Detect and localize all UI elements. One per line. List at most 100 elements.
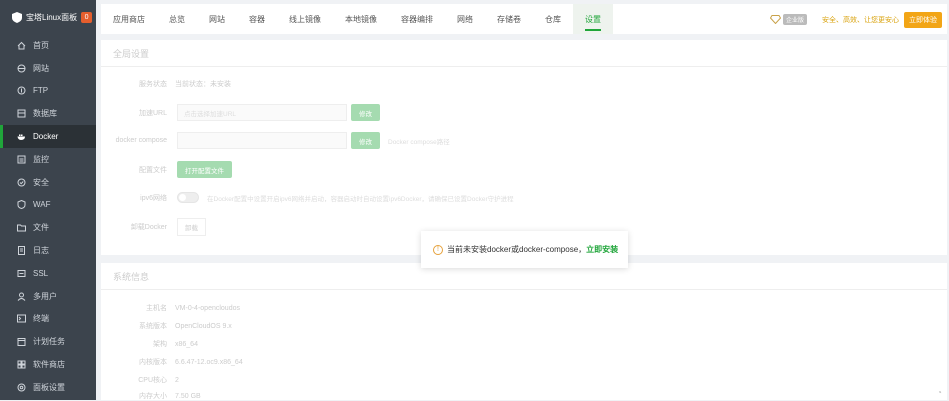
sidebar-item-ftp[interactable]: FTP [0,80,96,103]
sidebar-item-logs[interactable]: 日志 [0,239,96,262]
store-icon [17,360,26,369]
vip-tag: 企业版 [782,14,807,25]
sidebar-item-ssl[interactable]: SSL [0,262,96,285]
system-info-panel: 系统信息 主机名 VM-0-4-opencloudos 系统版本 OpenCloud… [101,263,947,400]
global-settings-panel: 全局设置 服务状态 当前状态：未安装 加速URL 点击选择加速URL 修改 do… [101,40,947,255]
panel-title: 全局设置 [101,40,947,67]
field-label: 配置文件 [139,166,167,174]
sidebar-item-label: 数据库 [33,109,57,119]
warning-icon: ! [433,244,443,255]
sidebar-item-users[interactable]: 多用户 [0,285,96,308]
sidebar-item-label: FTP [33,86,49,96]
sidebar-item-schedule[interactable]: 计划任务 [0,330,96,353]
sidebar-item-home[interactable]: 首页 [0,34,96,57]
docker-icon [17,132,26,141]
tab-volumes[interactable]: 存储卷 [485,4,533,34]
service-status-row: 服务状态 当前状态：未安装 [101,79,947,89]
ipv6-note: 在Docker配置中设置开启ipv6网络并启动，容器启动时自动设置ipv6Doc… [207,195,514,203]
schedule-icon [17,337,26,347]
open-config-button[interactable]: 打开配置文件 [177,161,232,178]
field-value: VM-0-4-opencloudos [175,304,240,312]
field-value: OpenCloudOS 9.x [175,322,232,330]
slogan: 安全、高效、让您更安心 [822,17,899,24]
ipv6-toggle[interactable] [177,192,199,203]
sidebar-item-settings[interactable]: 面板设置 [0,376,96,399]
sidebar: 宝塔Linux面板 0 首页 网站 FTP 数据库 Docker 监控 安全 W… [0,0,96,400]
install-now-link[interactable]: 立即安装 [586,244,618,255]
chat-icon[interactable]: ◔ [937,388,945,397]
toast-message: 当前未安装docker或docker-compose， [447,245,587,254]
brand[interactable]: 宝塔Linux面板 0 [0,0,96,34]
tab-compose[interactable]: 容器编排 [389,4,445,34]
field-label: 服务状态 [139,81,167,88]
tab-overview[interactable]: 总览 [157,4,197,34]
sidebar-item-security[interactable]: 安全 [0,171,96,194]
sidebar-item-sites[interactable]: 网站 [0,57,96,80]
brand-name: 宝塔Linux面板 [26,12,78,22]
compose-note: Docker compose路径 [388,138,450,146]
sidebar-item-label: WAF [33,200,51,210]
sidebar-item-monitor[interactable]: 监控 [0,148,96,171]
sidebar-item-database[interactable]: 数据库 [0,102,96,125]
field-label: 主机名 [146,305,167,312]
sidebar-item-label: SSL [33,268,49,278]
sidebar-item-files[interactable]: 文件 [0,216,96,239]
sidebar-item-docker[interactable]: Docker [0,125,96,148]
field-label: ipv6网络 [140,194,167,202]
sidebar-item-label: 面板设置 [33,382,65,392]
database-icon [17,109,26,118]
sysinfo-row: 主机名 VM-0-4-opencloudos [101,303,947,313]
sidebar-item-label: 文件 [33,223,49,233]
sidebar-item-label: 安全 [33,177,49,187]
sidebar-item-label: 计划任务 [33,337,65,347]
sysinfo-row: 系统版本 OpenCloudOS 9.x [101,321,947,331]
config-row: 配置文件 打开配置文件 [101,161,947,178]
service-status-value: 当前状态：未安装 [175,81,231,88]
sidebar-item-label: 网站 [33,63,49,73]
tab-network[interactable]: 网络 [445,4,485,34]
tab-containers[interactable]: 容器 [237,4,277,34]
sysinfo-row: CPU核心 2 [101,375,947,385]
compose-modify-button[interactable]: 修改 [351,132,380,149]
vip-indicator[interactable]: 企业版 [769,14,807,25]
notification-badge[interactable]: 0 [81,11,93,23]
sidebar-item-label: 日志 [33,246,49,256]
security-icon [17,178,26,187]
field-value: 2 [175,376,179,384]
mirror-row: 加速URL 点击选择加速URL 修改 [101,104,947,121]
mirror-modify-button[interactable]: 修改 [351,104,380,121]
ssl-icon [17,269,26,278]
field-label: docker compose [115,137,167,144]
tab-local-images[interactable]: 本地镜像 [333,4,389,34]
users-icon [17,292,26,301]
globe-icon [17,64,26,73]
ftp-icon [17,86,26,95]
tab-app-store[interactable]: 应用商店 [101,4,157,34]
tab-settings[interactable]: 设置 [573,4,613,34]
tab-registry[interactable]: 仓库 [533,4,573,34]
field-value: 7.50 GB [175,392,201,400]
terminal-icon [17,314,26,323]
folder-icon [17,223,26,232]
tab-online-images[interactable]: 线上镜像 [277,4,333,34]
docker-tab-bar: 应用商店 总览 网站 容器 线上镜像 本地镜像 容器编排 网络 存储卷 仓库 设… [101,4,947,34]
settings-icon [17,383,26,392]
sidebar-item-waf[interactable]: WAF [0,194,96,217]
tab-sites[interactable]: 网站 [197,4,237,34]
buy-button[interactable]: 立即体验 [904,12,942,28]
field-label: 内核版本 [139,359,167,366]
sidebar-item-terminal[interactable]: 终端 [0,308,96,331]
field-label: CPU核心 [138,377,167,384]
sidebar-item-store[interactable]: 软件商店 [0,353,96,376]
sidebar-item-label: 终端 [33,314,49,324]
sysinfo-row: 内核版本 6.6.47-12.oc9.x86_64 [101,357,947,367]
compose-path-input[interactable] [177,132,347,149]
field-label: 架构 [153,341,167,348]
sidebar-item-label: 监控 [33,154,49,164]
compose-row: docker compose 修改 Docker compose路径 [101,132,947,149]
uninstall-button[interactable]: 卸载 [177,218,206,236]
home-icon [17,41,26,50]
sidebar-item-label: Docker [33,132,59,142]
sidebar-item-label: 多用户 [33,291,57,301]
mirror-url-input[interactable]: 点击选择加速URL [177,104,347,121]
